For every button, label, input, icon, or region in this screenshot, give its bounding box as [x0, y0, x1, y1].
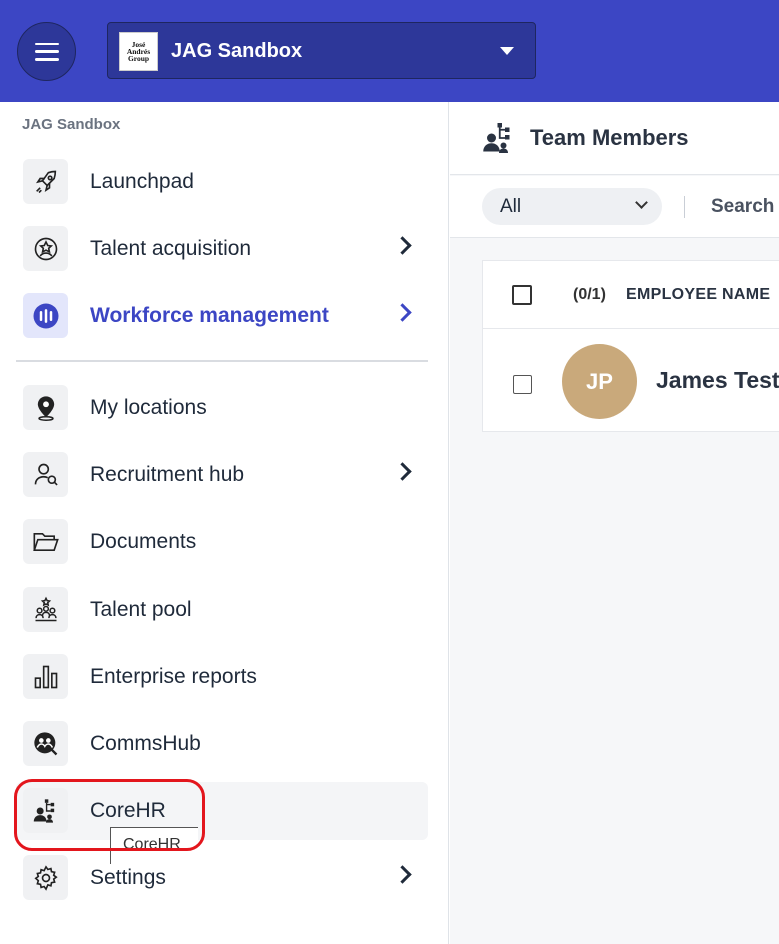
- chevron-right-icon: [393, 236, 412, 255]
- sidebar-item-label: Settings: [90, 866, 166, 889]
- group-star-icon: [23, 587, 68, 632]
- sidebar-divider: [16, 360, 428, 362]
- divider: [684, 196, 685, 218]
- page-header: Team Members: [450, 102, 779, 175]
- organization-name: JAG Sandbox: [171, 40, 303, 62]
- bar-chart-icon: [23, 654, 68, 699]
- rocket-icon: [23, 159, 68, 204]
- search-input[interactable]: Search: [711, 196, 774, 218]
- user-search-icon: [23, 452, 68, 497]
- sidebar-item-label: Recruitment hub: [90, 463, 245, 486]
- chevron-down-icon: [635, 196, 648, 209]
- sidebar-item-my-locations[interactable]: My locations: [16, 379, 428, 437]
- column-header-employee-name[interactable]: EMPLOYEE NAME: [626, 286, 770, 304]
- hamburger-menu-button[interactable]: [17, 22, 76, 81]
- sidebar-item-talent-acquisition[interactable]: Talent acquisition: [16, 220, 428, 278]
- sidebar-item-commshub[interactable]: CommsHub: [16, 715, 428, 773]
- sidebar-item-label: Talent pool: [90, 598, 192, 621]
- sidebar-item-label: My locations: [90, 396, 207, 419]
- chevron-right-icon: [393, 462, 412, 481]
- sidebar-item-talent-pool[interactable]: Talent pool: [16, 581, 428, 639]
- sidebar-item-workforce-management[interactable]: Workforce management: [16, 287, 428, 345]
- hamburger-icon: [34, 42, 59, 61]
- table-row[interactable]: JP James Test: [483, 331, 779, 431]
- page-title: Team Members: [530, 125, 689, 150]
- tooltip-corehr: CoreHR: [110, 827, 198, 864]
- org-chart-icon: [481, 120, 517, 156]
- sidebar-item-label: Enterprise reports: [90, 665, 257, 688]
- sidebar-item-label: CommsHub: [90, 732, 201, 755]
- employee-name[interactable]: James Test: [656, 367, 779, 394]
- filter-value: All: [500, 196, 522, 217]
- folder-icon: [23, 519, 68, 564]
- sidebar-item-label: CoreHR: [90, 799, 166, 822]
- location-pin-icon: [23, 385, 68, 430]
- sidebar: JAG Sandbox Launchpad Talent acquisition…: [0, 102, 449, 944]
- avatar: JP: [562, 344, 637, 419]
- breadcrumb: JAG Sandbox: [22, 116, 121, 133]
- sidebar-item-recruitment-hub[interactable]: Recruitment hub: [16, 446, 428, 504]
- selection-count: (0/1): [573, 286, 606, 303]
- main-panel: Team Members All Search (0/1) EMPLOYEE N…: [450, 102, 779, 944]
- team-members-table: (0/1) EMPLOYEE NAME JP James Test: [482, 260, 779, 432]
- sidebar-item-label: Workforce management: [90, 304, 329, 327]
- bars-circle-icon: [23, 293, 68, 338]
- organization-selector[interactable]: José Andrés Group JAG Sandbox: [107, 22, 536, 79]
- chat-people-icon: [23, 721, 68, 766]
- organization-logo: José Andrés Group: [119, 32, 158, 71]
- top-bar: José Andrés Group JAG Sandbox: [0, 0, 779, 102]
- filter-dropdown[interactable]: All: [482, 188, 662, 225]
- sidebar-item-settings[interactable]: Settings: [16, 849, 428, 907]
- sidebar-item-label: Documents: [90, 530, 197, 553]
- table-header: (0/1) EMPLOYEE NAME: [483, 261, 779, 329]
- gear-icon: [23, 855, 68, 900]
- star-badge-icon: [23, 226, 68, 271]
- select-all-checkbox[interactable]: [512, 285, 532, 305]
- sidebar-item-label: Launchpad: [90, 170, 194, 193]
- sidebar-item-label: Talent acquisition: [90, 237, 252, 260]
- chevron-right-icon: [393, 865, 412, 884]
- sidebar-item-launchpad[interactable]: Launchpad: [16, 153, 428, 211]
- chevron-right-icon: [393, 303, 412, 322]
- caret-down-icon: [500, 47, 514, 55]
- org-chart-icon: [23, 788, 68, 833]
- sidebar-item-documents[interactable]: Documents: [16, 513, 428, 571]
- row-checkbox[interactable]: [513, 375, 532, 394]
- filter-bar: All Search: [450, 176, 779, 238]
- sidebar-item-corehr[interactable]: CoreHR: [16, 782, 428, 840]
- sidebar-item-enterprise-reports[interactable]: Enterprise reports: [16, 648, 428, 706]
